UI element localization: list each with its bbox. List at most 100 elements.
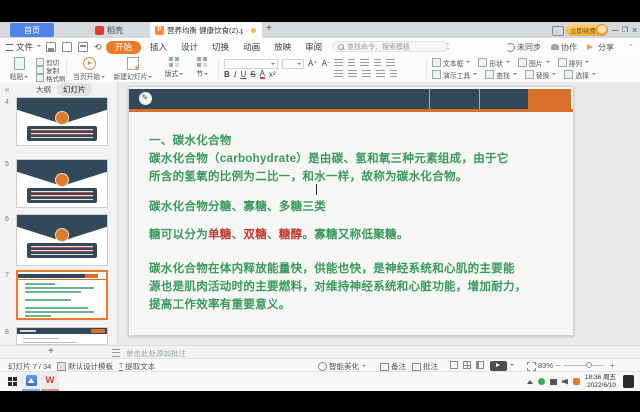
bold-button[interactable]: B <box>224 70 230 79</box>
menu-tab-插入[interactable]: 插入 <box>143 38 174 56</box>
collapse-ribbon-icon[interactable]: ⌃ <box>628 43 634 51</box>
slide-thumbnail-7[interactable] <box>16 270 108 320</box>
taskbar-clock[interactable]: 18:36 周五 2022/6/10 <box>585 374 616 389</box>
slide-thumbnail-8[interactable] <box>16 327 108 345</box>
slide-thumbnail-5[interactable] <box>16 159 108 208</box>
slide-text-line[interactable]: 源也是肌肉活动时的主要燃料，对维持神经系统和心脏功能，增加耐力， <box>149 278 563 296</box>
restore-button[interactable]: ❐ <box>622 25 628 37</box>
slide-thumbnail-6[interactable] <box>16 214 108 266</box>
slideshow-button[interactable] <box>490 361 507 371</box>
tab-slides[interactable]: 幻灯片 <box>57 83 92 96</box>
italic-button[interactable]: I <box>234 70 237 79</box>
slide-thumbnail-4[interactable] <box>16 97 108 146</box>
slide-7[interactable]: 一、碳水化合物碳水化合物（carbohydrate）是由碳、氢和氧三种元素组成，… <box>128 86 574 336</box>
collapse-panel-icon[interactable]: « <box>5 85 9 94</box>
slide-text-line[interactable]: 碳水化合物分糖、寡糖、多糖三类 <box>149 198 563 216</box>
ribbon-button-形状[interactable]: 形状 <box>478 58 510 68</box>
ribbon-button-图片[interactable]: 图片 <box>518 58 550 68</box>
search-box[interactable]: 查找命令、搜索模板 <box>332 41 448 52</box>
bullet-list-icon[interactable] <box>334 59 343 66</box>
undo-icon[interactable]: ⟲ <box>94 42 102 53</box>
start-button[interactable] <box>3 372 21 391</box>
file-menu[interactable]: 文件 <box>6 38 41 56</box>
export-pdf-icon[interactable] <box>62 42 72 52</box>
sync-status[interactable]: 未同步 <box>506 42 541 53</box>
ribbon-button-排列[interactable]: 排列 <box>558 58 590 68</box>
collaborate-button[interactable]: 协作 <box>551 42 577 53</box>
align-justify-icon[interactable] <box>376 70 385 77</box>
new-slide-button-ribbon[interactable]: 新建幻灯片 <box>110 57 156 81</box>
superscript-button[interactable]: x² <box>269 70 276 79</box>
docer-tab[interactable]: 稻壳 <box>95 23 123 37</box>
menu-tab-动画[interactable]: 动画 <box>236 38 267 56</box>
numbered-list-icon[interactable] <box>348 59 355 66</box>
section-button[interactable]: 节 <box>192 57 212 78</box>
zoom-slider-track[interactable] <box>564 365 604 366</box>
play-from-current-button[interactable]: 当页开始 <box>72 57 106 81</box>
avatar[interactable] <box>596 24 608 36</box>
ribbon-button-查找[interactable]: 查找 <box>485 70 517 80</box>
font-family-select[interactable] <box>224 59 278 69</box>
slide-text-line[interactable]: 碳水化合物（carbohydrate）是由碳、氢和氧三种元素组成，由于它 <box>149 150 563 168</box>
font-color-button[interactable]: A <box>260 70 265 79</box>
line-spacing-icon[interactable] <box>386 59 395 66</box>
align-right-icon[interactable] <box>362 70 371 77</box>
format-painter-button[interactable]: 格式刷 <box>36 74 66 81</box>
save-icon[interactable] <box>46 42 56 52</box>
indent-increase-icon[interactable] <box>374 59 381 66</box>
slide-text[interactable]: 一、碳水化合物碳水化合物（carbohydrate）是由碳、氢和氧三种元素组成，… <box>149 132 563 314</box>
menu-tab-切换[interactable]: 切换 <box>205 38 236 56</box>
align-left-icon[interactable] <box>334 70 343 77</box>
taskbar-app-wps[interactable]: W <box>41 372 59 391</box>
columns-icon[interactable] <box>390 70 397 77</box>
layout-button[interactable]: 版式 <box>160 57 188 78</box>
zoom-out-button[interactable]: − <box>556 361 561 370</box>
menu-tab-设计[interactable]: 设计 <box>174 38 205 56</box>
tray-network-icon[interactable] <box>550 379 557 385</box>
increase-font-button[interactable]: A⁺ <box>308 59 318 68</box>
ribbon-button-文本框[interactable]: 文本框 <box>432 58 470 68</box>
slide-text-line[interactable]: 一、碳水化合物 <box>149 132 563 150</box>
tab-outline[interactable]: 大纲 <box>30 83 57 96</box>
tray-volume-icon[interactable] <box>562 379 568 385</box>
member-button[interactable]: 立即续费 <box>566 24 606 36</box>
slide-text-line[interactable]: 所含的氢氧的比例为二比一，和水一样，故称为碳水化合物。 <box>149 168 563 186</box>
document-tab[interactable]: P 营养均衡 健康饮食(2).pptx ▫ <box>150 22 262 38</box>
message-icon[interactable] <box>552 26 564 36</box>
ribbon-button-演示工具[interactable]: 演示工具 <box>432 70 477 80</box>
slideshow-options-icon[interactable] <box>510 364 514 368</box>
pin-icon[interactable]: ▫ <box>246 27 248 34</box>
slide-text-line[interactable]: 提高工作效率有重要意义。 <box>149 296 563 314</box>
slide-text-line[interactable]: 糖可以分为单糖、双糖、糖醇。寡糖又称低聚糖。 <box>149 226 563 244</box>
ribbon-button-选择[interactable]: 选择 <box>564 70 596 80</box>
reading-view-icon[interactable] <box>476 361 484 369</box>
underline-button[interactable]: U <box>240 70 246 79</box>
zoom-slider-knob[interactable] <box>586 362 592 368</box>
zoom-in-button[interactable]: + <box>610 361 615 370</box>
font-size-select[interactable] <box>282 59 304 69</box>
home-button[interactable]: 首页 <box>10 23 54 37</box>
minimize-button[interactable]: ─ <box>612 24 618 36</box>
action-center-button[interactable] <box>623 375 634 388</box>
menu-tab-审阅[interactable]: 审阅 <box>298 38 329 56</box>
new-slide-button[interactable]: + <box>48 346 54 357</box>
menu-tab-开始[interactable]: 开始 <box>106 41 141 54</box>
tray-security-icon[interactable] <box>573 378 580 385</box>
ribbon-button-替换[interactable]: 替换 <box>525 70 557 80</box>
paste-button[interactable]: 粘贴 <box>6 57 32 81</box>
slide-canvas[interactable]: 一、碳水化合物碳水化合物（carbohydrate）是由碳、氢和氧三种元素组成，… <box>118 82 640 345</box>
strikethrough-button[interactable]: S <box>250 70 255 79</box>
decrease-font-button[interactable]: A⁻ <box>322 59 332 68</box>
tray-green-icon[interactable] <box>538 378 545 385</box>
print-icon[interactable] <box>78 42 88 52</box>
new-tab-button[interactable]: + <box>266 23 272 34</box>
share-button[interactable]: 分享 <box>587 42 614 53</box>
close-button[interactable]: × <box>632 24 637 36</box>
slide-sorter-icon[interactable] <box>463 361 471 369</box>
slide-text-line[interactable]: 碳水化合物在体内释放能量快，供能也快，是神经系统和心肌的主要能 <box>149 260 563 278</box>
normal-view-icon[interactable] <box>450 361 458 369</box>
menu-tab-放映[interactable]: 放映 <box>267 38 298 56</box>
taskbar-app-blue[interactable] <box>22 372 40 391</box>
fit-slide-icon[interactable] <box>527 362 536 371</box>
tray-expand-icon[interactable] <box>527 377 533 384</box>
